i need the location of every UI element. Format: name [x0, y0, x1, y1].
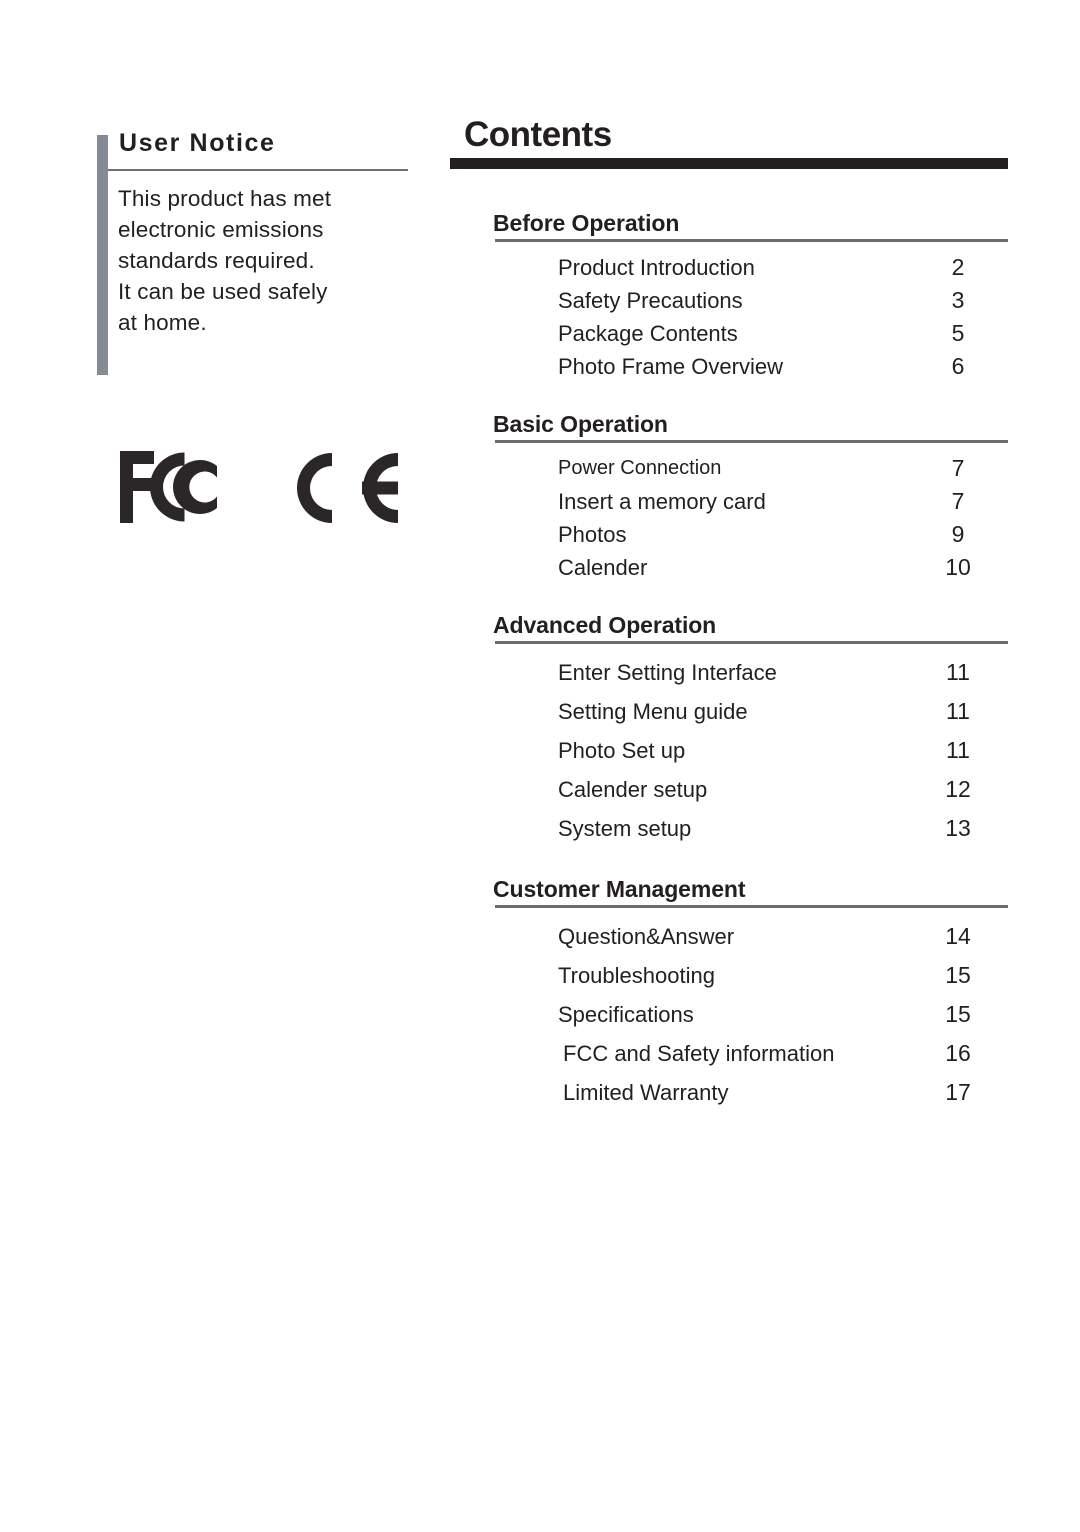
toc-item-label: Calender setup [558, 777, 708, 802]
notice-line: at home. [118, 310, 207, 335]
toc-section-heading: Before Operation [493, 210, 680, 236]
toc-row[interactable]: Enter Setting Interface 11 [450, 653, 1008, 692]
toc-item-page: 7 [951, 455, 965, 481]
toc-section-before-operation: Before Operation Product Introduction 2 … [450, 210, 1008, 383]
toc-item-label: Limited Warranty [563, 1080, 729, 1105]
toc-item-page: 10 [945, 554, 971, 580]
toc-item-list: Power Connection 7 Insert a memory card … [450, 452, 1008, 584]
toc-item-label: Package Contents [558, 321, 738, 346]
toc-row[interactable]: Calender 10 [450, 551, 1008, 584]
toc-section-divider [495, 641, 1008, 644]
toc-item-label: Question&Answer [558, 924, 735, 949]
toc-item-label: Power Connection [558, 457, 722, 479]
toc-row[interactable]: Photo Set up 11 [450, 731, 1008, 770]
toc-item-label: System setup [558, 816, 692, 841]
toc-item-page: 17 [945, 1079, 971, 1105]
toc-item-label: Calender [558, 555, 648, 580]
fcc-icon [120, 451, 217, 523]
toc-item-page: 15 [945, 962, 971, 988]
toc-item-list: Product Introduction 2 Safety Precaution… [450, 251, 1008, 383]
toc-item-page: 11 [946, 659, 970, 685]
toc-item-label: Setting Menu guide [558, 699, 748, 724]
toc-row[interactable]: Specifications 15 [450, 995, 1008, 1034]
toc-item-label: Safety Precautions [558, 288, 743, 313]
toc-section-divider [495, 239, 1008, 242]
toc-section-customer-management: Customer Management Question&Answer 14 T… [450, 876, 1008, 1112]
toc-item-label: Insert a memory card [558, 489, 766, 514]
toc-item-label: Product Introduction [558, 255, 755, 280]
toc-row[interactable]: Safety Precautions 3 [450, 284, 1008, 317]
toc-item-page: 15 [945, 1001, 971, 1027]
toc-row[interactable]: Question&Answer 14 [450, 917, 1008, 956]
toc-row[interactable]: Limited Warranty 17 [450, 1073, 1008, 1112]
contents-title: Contents [464, 115, 612, 154]
accent-bar [97, 135, 108, 375]
notice-line: standards required. [118, 248, 315, 273]
toc-item-page: 16 [945, 1040, 971, 1066]
toc-section-basic-operation: Basic Operation Power Connection 7 Inser… [450, 411, 1008, 584]
toc-item-page: 12 [945, 776, 971, 802]
toc-item-page: 11 [946, 737, 970, 763]
toc-item-page: 3 [951, 287, 965, 313]
toc-item-label: Photos [558, 522, 627, 547]
table-of-contents: Before Operation Product Introduction 2 … [450, 210, 1008, 1140]
toc-row[interactable]: Photo Frame Overview 6 [450, 350, 1008, 383]
user-notice-title: User Notice [119, 129, 276, 157]
toc-item-list: Enter Setting Interface 11 Setting Menu … [450, 653, 1008, 848]
toc-item-page: 6 [951, 353, 965, 379]
toc-item-label: FCC and Safety information [563, 1041, 835, 1066]
toc-row[interactable]: Photos 9 [450, 518, 1008, 551]
toc-item-page: 2 [951, 254, 965, 280]
toc-item-page: 5 [951, 320, 965, 346]
toc-section-heading: Advanced Operation [493, 612, 717, 638]
notice-line: This product has met [118, 186, 332, 211]
toc-row[interactable]: Power Connection 7 [450, 452, 1008, 485]
toc-item-page: 7 [951, 488, 965, 514]
toc-section-divider [495, 440, 1008, 443]
user-notice-body: This product has met electronic emission… [118, 183, 418, 338]
toc-item-list: Question&Answer 14 Troubleshooting 15 Sp… [450, 917, 1008, 1112]
contents-title-bar [450, 158, 1008, 169]
toc-row[interactable]: Troubleshooting 15 [450, 956, 1008, 995]
toc-section-divider [495, 905, 1008, 908]
toc-row[interactable]: FCC and Safety information 16 [450, 1034, 1008, 1073]
toc-item-page: 14 [945, 923, 971, 949]
toc-row[interactable]: Setting Menu guide 11 [450, 692, 1008, 731]
toc-item-page: 13 [945, 815, 971, 841]
user-notice-divider [108, 169, 408, 171]
toc-item-label: Troubleshooting [558, 963, 715, 988]
toc-item-label: Enter Setting Interface [558, 660, 777, 685]
toc-item-label: Photo Set up [558, 738, 686, 763]
certification-logos [118, 445, 408, 535]
toc-row[interactable]: Calender setup 12 [450, 770, 1008, 809]
toc-row[interactable]: Insert a memory card 7 [450, 485, 1008, 518]
toc-item-label: Photo Frame Overview [558, 354, 783, 379]
toc-row[interactable]: System setup 13 [450, 809, 1008, 848]
notice-line: It can be used safely [118, 279, 328, 304]
toc-item-label: Specifications [558, 1002, 694, 1027]
toc-section-advanced-operation: Advanced Operation Enter Setting Interfa… [450, 612, 1008, 848]
toc-section-heading: Customer Management [493, 876, 746, 902]
toc-section-heading: Basic Operation [493, 411, 668, 437]
ce-icon [297, 453, 398, 523]
toc-row[interactable]: Product Introduction 2 [450, 251, 1008, 284]
notice-line: electronic emissions [118, 217, 324, 242]
toc-item-page: 9 [951, 521, 965, 547]
toc-item-page: 11 [946, 698, 970, 724]
toc-row[interactable]: Package Contents 5 [450, 317, 1008, 350]
